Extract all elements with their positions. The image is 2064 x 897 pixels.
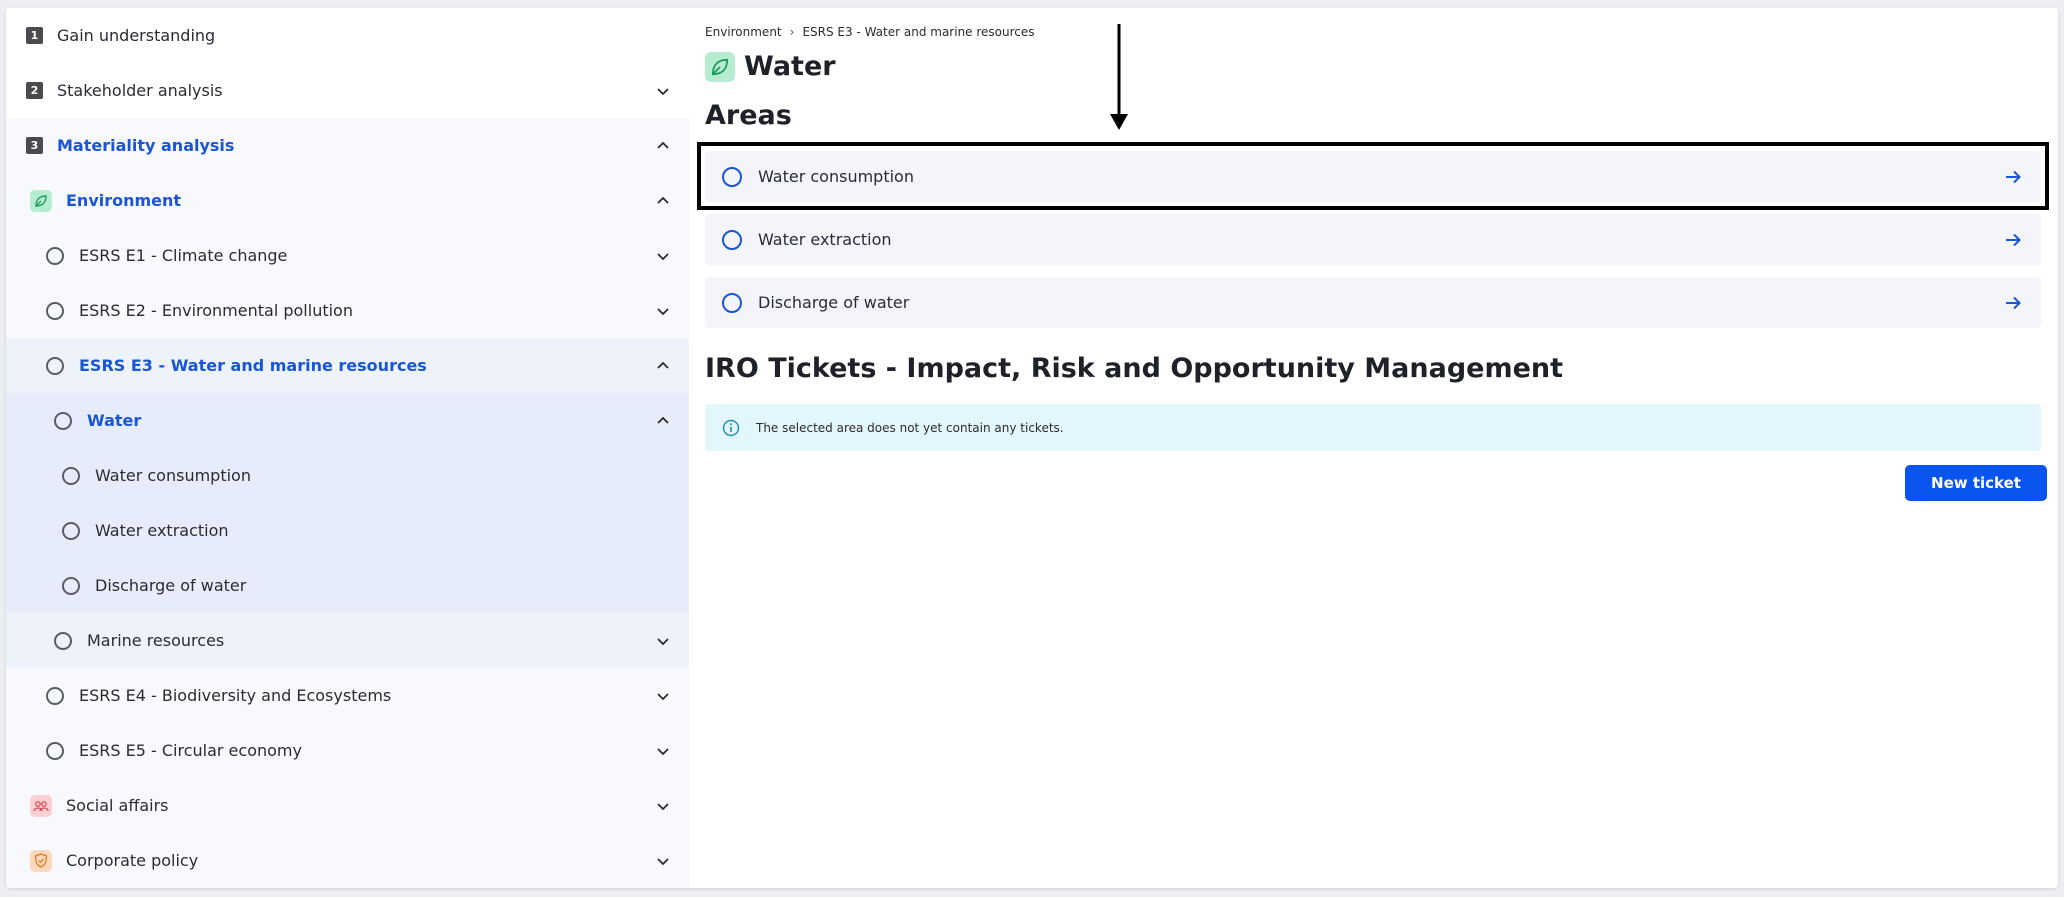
status-circle-icon — [62, 521, 80, 540]
sidebar-area-water-consumption[interactable]: Water consumption — [6, 448, 689, 503]
chevron-down-icon — [657, 307, 669, 315]
sidebar-step-gain-understanding[interactable]: 1 Gain understanding — [6, 8, 689, 63]
iro-tickets-heading: IRO Tickets - Impact, Risk and Opportuni… — [705, 353, 1564, 384]
breadcrumb-item-topic[interactable]: ESRS E3 - Water and marine resources — [802, 25, 1034, 39]
sidebar-category-social[interactable]: Social affairs — [6, 778, 689, 833]
sidebar-nav: 1 Gain understanding 2 Stakeholder analy… — [6, 8, 689, 888]
sidebar-category-label: Environment — [66, 191, 182, 210]
chevron-down-icon — [657, 252, 669, 260]
sidebar-topic-label: ESRS E4 - Biodiversity and Ecosystems — [79, 686, 392, 705]
chevron-up-icon — [657, 141, 669, 149]
sidebar-area-water-extraction[interactable]: Water extraction — [6, 503, 689, 558]
sidebar-step-label: Materiality analysis — [57, 136, 235, 155]
area-label: Water extraction — [758, 230, 892, 249]
sidebar-category-label: Social affairs — [66, 796, 169, 815]
sidebar-topic-e2[interactable]: ESRS E2 - Environmental pollution — [6, 283, 689, 338]
sidebar-subtopic-marine[interactable]: Marine resources — [6, 613, 689, 668]
sidebar-step-label: Gain understanding — [57, 26, 216, 45]
info-text: The selected area does not yet contain a… — [756, 420, 1064, 435]
sidebar-step-materiality-analysis[interactable]: 3 Materiality analysis — [6, 118, 689, 173]
status-circle-icon — [62, 466, 80, 485]
sidebar-step-label: Stakeholder analysis — [57, 81, 223, 100]
breadcrumb: Environment › ESRS E3 - Water and marine… — [705, 25, 1035, 39]
sidebar-category-label: Corporate policy — [66, 851, 199, 870]
people-icon — [30, 794, 52, 817]
highlight-box — [697, 142, 2049, 210]
status-circle-icon — [54, 631, 72, 650]
area-row-water-extraction[interactable]: Water extraction — [705, 214, 2041, 265]
sidebar-area-label: Water extraction — [95, 521, 229, 540]
step-number-badge: 1 — [26, 27, 43, 44]
chevron-down-icon — [657, 802, 669, 810]
app-frame: 1 Gain understanding 2 Stakeholder analy… — [6, 8, 2058, 888]
chevron-down-icon — [657, 87, 669, 95]
status-circle-icon — [46, 246, 64, 265]
sidebar-category-corporate[interactable]: Corporate policy — [6, 833, 689, 888]
chevron-down-icon — [657, 637, 669, 645]
status-circle-icon — [46, 301, 64, 320]
sidebar-topic-e4[interactable]: ESRS E4 - Biodiversity and Ecosystems — [6, 668, 689, 723]
status-circle-icon — [46, 741, 64, 760]
sidebar-category-environment[interactable]: Environment — [6, 173, 689, 228]
chevron-down-icon — [657, 747, 669, 755]
status-circle-icon — [722, 229, 742, 250]
sidebar-topic-e5[interactable]: ESRS E5 - Circular economy — [6, 723, 689, 778]
sidebar-subtopic-label: Water — [87, 411, 142, 430]
chevron-down-icon — [657, 857, 669, 865]
status-circle-icon — [54, 411, 72, 430]
area-row-discharge-of-water[interactable]: Discharge of water — [705, 277, 2041, 328]
chevron-up-icon — [657, 196, 669, 204]
breadcrumb-separator: › — [789, 25, 795, 39]
areas-heading: Areas — [705, 100, 792, 131]
main-content: Environment › ESRS E3 - Water and marine… — [689, 8, 2058, 888]
status-circle-icon — [722, 292, 742, 313]
sidebar-area-label: Water consumption — [95, 466, 251, 485]
sidebar-subtopic-label: Marine resources — [87, 631, 225, 650]
sidebar-topic-label: ESRS E5 - Circular economy — [79, 741, 302, 760]
chevron-up-icon — [657, 416, 669, 424]
leaf-icon — [705, 51, 735, 82]
arrow-right-icon[interactable] — [2003, 293, 2023, 313]
shield-icon — [30, 849, 52, 872]
status-circle-icon — [46, 356, 64, 375]
sidebar-subtopic-water[interactable]: Water — [6, 393, 689, 448]
step-number-badge: 2 — [26, 82, 43, 99]
area-label: Discharge of water — [758, 293, 910, 312]
sidebar-topic-e1[interactable]: ESRS E1 - Climate change — [6, 228, 689, 283]
sidebar-area-discharge-of-water[interactable]: Discharge of water — [6, 558, 689, 613]
leaf-icon — [30, 189, 52, 212]
arrow-right-icon[interactable] — [2003, 230, 2023, 250]
sidebar-topic-label: ESRS E3 - Water and marine resources — [79, 356, 427, 375]
sidebar-area-label: Discharge of water — [95, 576, 247, 595]
sidebar-topic-label: ESRS E1 - Climate change — [79, 246, 288, 265]
page-header: Water — [705, 51, 836, 82]
info-banner: The selected area does not yet contain a… — [705, 404, 2041, 451]
new-ticket-button[interactable]: New ticket — [1905, 465, 2047, 501]
sidebar-topic-e3[interactable]: ESRS E3 - Water and marine resources — [6, 338, 689, 393]
chevron-up-icon — [657, 361, 669, 369]
step-number-badge: 3 — [26, 137, 43, 154]
status-circle-icon — [46, 686, 64, 705]
chevron-down-icon — [657, 692, 669, 700]
breadcrumb-item-environment[interactable]: Environment — [705, 25, 782, 39]
sidebar-step-stakeholder-analysis[interactable]: 2 Stakeholder analysis — [6, 63, 689, 118]
sidebar-topic-label: ESRS E2 - Environmental pollution — [79, 301, 353, 320]
info-icon — [722, 419, 740, 436]
page-title: Water — [744, 51, 836, 82]
status-circle-icon — [62, 576, 80, 595]
